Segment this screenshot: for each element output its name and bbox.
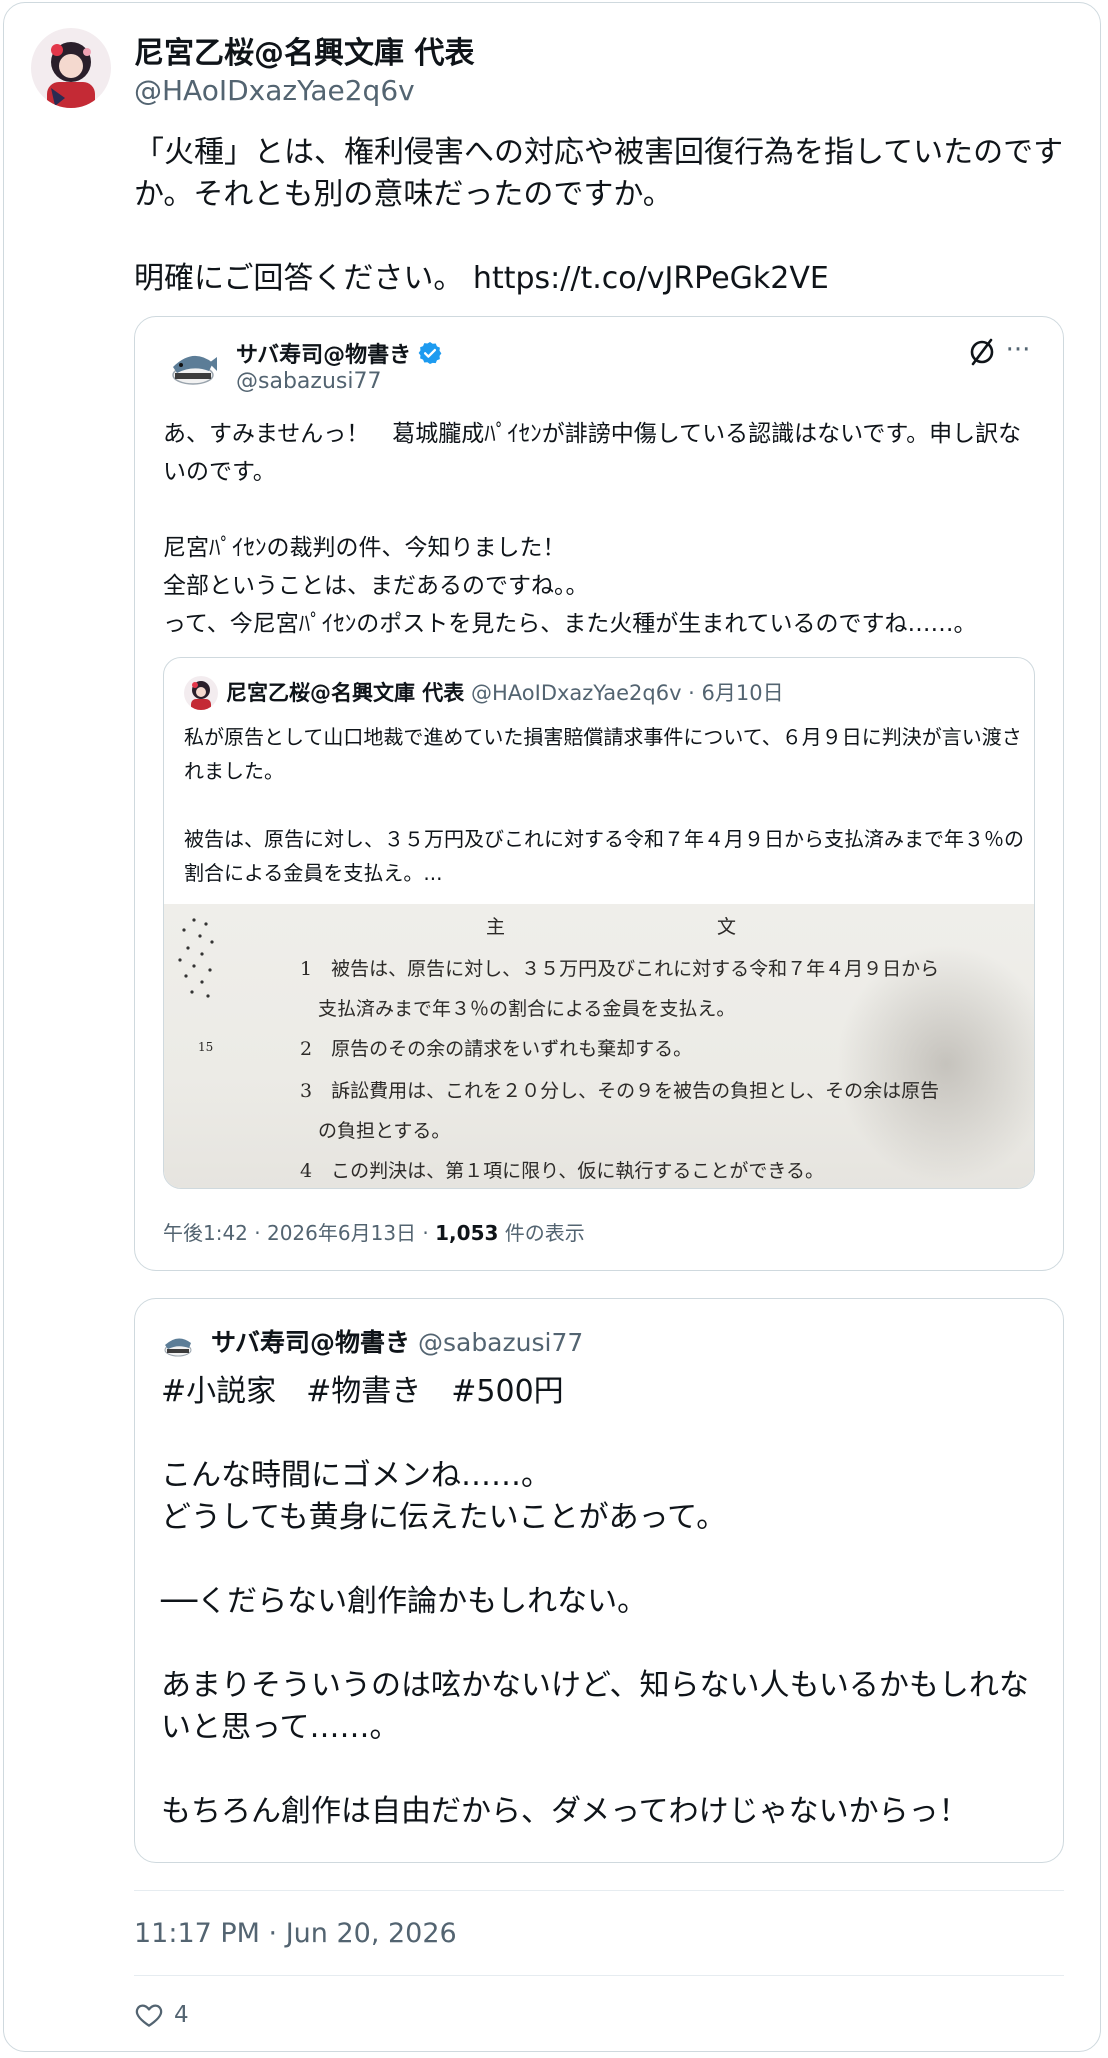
- quoted-tweet-2[interactable]: サバ寿司@物書き @sabazusi77 #小説家 #物書き #500円 こんな…: [134, 1298, 1064, 1863]
- punch-dots: [178, 918, 214, 998]
- quote2-author-handle[interactable]: @sabazusi77: [418, 1328, 583, 1357]
- tweet-timestamp[interactable]: 11:17 PM · Jun 20, 2026: [134, 1918, 457, 1949]
- quote-meta: 午後1:42 · 2026年6月13日 · 1,053 件の表示: [163, 1217, 585, 1246]
- nested-handle-date[interactable]: @HAoIDxazYae2q6v · 6月10日: [464, 681, 784, 705]
- nested-author-avatar[interactable]: [184, 676, 218, 710]
- divider: [134, 1975, 1064, 1976]
- divider: [134, 1890, 1064, 1891]
- doc-heading: 主 文: [486, 916, 739, 938]
- doc-line-4: 3 訴訟費用は、これを２０分し、その９を被告の負担とし、その余は原告: [300, 1080, 940, 1102]
- quote-author-name-text: サバ寿司@物書き: [236, 343, 412, 368]
- judgment-document-image[interactable]: 主 文 1 被告は、原告に対し、３５万円及びこれに対する令和７年４月９日から 支…: [164, 904, 1034, 1188]
- like-button[interactable]: 4: [134, 2000, 189, 2030]
- nested-text: 私が原告として山口地裁で進めていた損害賠償請求事件について、６月９日に判決が言い…: [184, 725, 1024, 885]
- nested-quoted-tweet[interactable]: 尼宮乙桜@名興文庫 代表 @HAoIDxazYae2q6v · 6月10日 私が…: [163, 657, 1035, 1189]
- like-count: 4: [174, 2002, 189, 2028]
- heart-icon: [135, 2004, 163, 2027]
- quoted-tweet[interactable]: サバ寿司@物書き @sabazusi77 ··· あ、すみませんっ！ 葛城朧成ﾊ…: [134, 316, 1064, 1271]
- doc-line-2: 支払済みまで年３％の割合による金員を支払え。: [318, 998, 736, 1020]
- quote-author-handle[interactable]: @sabazusi77: [236, 369, 381, 394]
- author-name[interactable]: 尼宮乙桜@名興文庫 代表: [134, 28, 474, 72]
- quote-author-name[interactable]: サバ寿司@物書き: [236, 337, 443, 369]
- quote2-text: #小説家 #物書き #500円 こんな時間にゴメンね……。 どうしても黄身に伝え…: [161, 1374, 1029, 1829]
- author-handle[interactable]: @HAoIDxazYae2q6v: [134, 74, 415, 107]
- quote2-header: サバ寿司@物書き @sabazusi77: [211, 1325, 583, 1361]
- author-avatar[interactable]: [31, 28, 111, 108]
- quote-timestamp[interactable]: 午後1:42 · 2026年6月13日 ·: [163, 1221, 435, 1245]
- doc-line-3: 2 原告のその余の請求をいずれも棄却する。: [300, 1038, 693, 1060]
- quote2-author-name[interactable]: サバ寿司@物書き: [211, 1328, 410, 1357]
- more-options-icon[interactable]: ···: [1003, 335, 1033, 365]
- verified-badge-icon: [418, 341, 442, 365]
- doc-line-1: 1 被告は、原告に対し、３５万円及びこれに対する令和７年４月９日から: [300, 958, 940, 980]
- quote-author-avatar[interactable]: [165, 337, 221, 393]
- nested-author-name[interactable]: 尼宮乙桜@名興文庫 代表: [226, 681, 464, 705]
- doc-line-6: 4 この判決は、第１項に限り、仮に執行することができる。: [300, 1160, 824, 1182]
- doc-line-number: 15: [198, 1040, 214, 1054]
- tweet-text: 「火種」とは、権利侵害への対応や被害回復行為を指していたのですか。それとも別の意…: [134, 135, 1064, 296]
- quote2-author-avatar[interactable]: [161, 1327, 195, 1361]
- grok-icon[interactable]: [965, 335, 999, 369]
- quote-view-label: 件の表示: [498, 1221, 585, 1245]
- nested-header: 尼宮乙桜@名興文庫 代表 @HAoIDxazYae2q6v · 6月10日: [226, 676, 784, 710]
- doc-line-5: の負担とする。: [318, 1120, 451, 1142]
- quote-view-count: 1,053: [435, 1221, 499, 1245]
- quote-text: あ、すみませんっ！ 葛城朧成ﾊﾟｲｾﾝが誹謗中傷している認識はないです。申し訳な…: [163, 421, 1022, 637]
